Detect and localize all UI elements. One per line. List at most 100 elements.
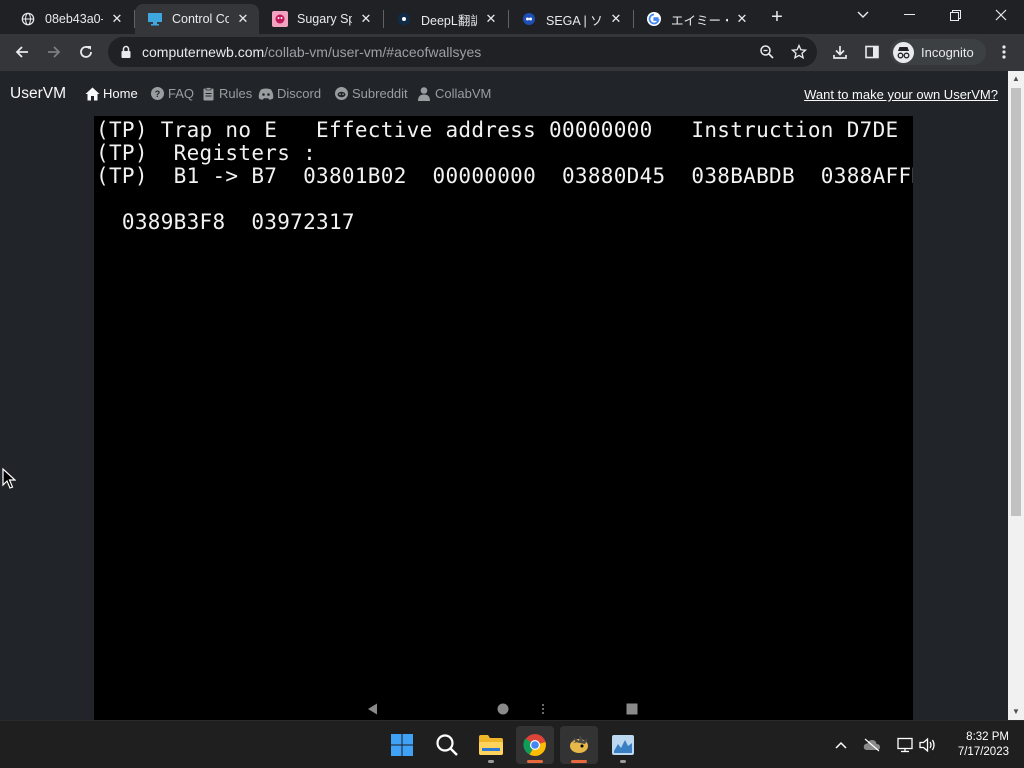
start-button[interactable]: [383, 726, 421, 764]
chrome-taskbar-button[interactable]: [516, 726, 554, 764]
address-bar[interactable]: computernewb.com/collab-vm/user-vm/#aceo…: [108, 37, 817, 67]
network-icon: [897, 737, 913, 753]
nav-rules[interactable]: Rules: [200, 86, 252, 101]
cloud-off-icon: [863, 738, 880, 752]
tab-title: 08eb43a0-(: [45, 12, 103, 26]
incognito-badge[interactable]: Incognito: [890, 39, 986, 65]
tab-deepl[interactable]: DeepL翻訳 ✕: [384, 4, 507, 34]
android-recents-icon[interactable]: [626, 703, 638, 715]
reload-icon: [80, 46, 92, 58]
close-tab-icon[interactable]: ✕: [608, 11, 624, 27]
nav-home[interactable]: Home: [84, 86, 138, 101]
onedrive-tray-button[interactable]: [863, 736, 881, 754]
nav-rules-label: Rules: [219, 86, 253, 101]
nav-discord[interactable]: Discord: [258, 86, 321, 101]
tab-strip: 08eb43a0-( ✕ Control Col ✕ Sugary Spir ✕…: [0, 0, 1024, 34]
folder-icon: [479, 735, 503, 755]
home-icon: [84, 87, 100, 101]
close-tab-icon[interactable]: ✕: [235, 11, 251, 27]
volume-tray-button[interactable]: [919, 736, 937, 754]
forward-button[interactable]: [40, 38, 68, 66]
side-panel-icon: [865, 45, 879, 59]
android-menu-icon[interactable]: [541, 703, 545, 715]
tab-control-collab[interactable]: Control Col ✕: [135, 4, 259, 34]
sega-sonic-icon: [521, 11, 537, 27]
tab-amy-rose[interactable]: エイミー・ロー ✕: [634, 4, 758, 34]
clipboard-icon: [200, 86, 216, 101]
minimize-button[interactable]: [886, 0, 932, 30]
svg-text:?: ?: [154, 89, 160, 99]
taskbar-search-button[interactable]: [428, 726, 466, 764]
url-host: computernewb.com: [142, 44, 265, 60]
close-tab-icon[interactable]: ✕: [358, 11, 374, 27]
url-text: computernewb.com/collab-vm/user-vm/#aceo…: [142, 44, 481, 60]
bookmark-button[interactable]: [790, 43, 808, 61]
scroll-down-arrow-icon[interactable]: ▼: [1008, 704, 1024, 720]
window-close-button[interactable]: [978, 0, 1024, 30]
android-nav-bar: [94, 702, 913, 716]
task-manager-button[interactable]: [604, 726, 642, 764]
close-icon: [995, 9, 1007, 21]
vm-display[interactable]: (TP) Trap no E Effective address 0000000…: [94, 116, 913, 720]
nav-faq[interactable]: ? FAQ: [149, 86, 194, 101]
browser-toolbar: computernewb.com/collab-vm/user-vm/#aceo…: [0, 34, 1024, 71]
show-hidden-icons-button[interactable]: [832, 736, 850, 754]
vm-console-line: 0389B3F8 03972317: [96, 210, 355, 234]
new-tab-button[interactable]: +: [766, 7, 788, 29]
network-tray-button[interactable]: [896, 736, 914, 754]
back-button[interactable]: [8, 38, 36, 66]
chrome-menu-button[interactable]: [990, 38, 1018, 66]
android-home-icon[interactable]: [497, 703, 509, 715]
downloads-button[interactable]: [826, 38, 854, 66]
windows-logo-icon: [391, 734, 413, 756]
monitor-icon: [147, 11, 163, 27]
tab-search-button[interactable]: [840, 0, 886, 30]
close-tab-icon[interactable]: ✕: [109, 11, 125, 27]
reload-button[interactable]: [72, 38, 100, 66]
tab-08eb43a0[interactable]: 08eb43a0-( ✕: [8, 4, 133, 34]
discord-icon: [258, 87, 274, 101]
site-brand[interactable]: UserVM: [10, 85, 66, 103]
speaker-icon: [919, 737, 935, 753]
url-path: /collab-vm/user-vm/#aceofwallsyes: [264, 44, 482, 60]
own-uservm-link[interactable]: Want to make your own UserVM?: [804, 87, 998, 102]
google-icon: [646, 11, 662, 27]
scrollbar-thumb[interactable]: [1011, 88, 1021, 516]
search-icon: [436, 734, 458, 756]
tab-sega[interactable]: SEGA | ソニ ✕: [509, 4, 632, 34]
nav-collabvm[interactable]: CollabVM: [416, 86, 491, 101]
hedgehog-app-icon: [570, 735, 588, 753]
close-tab-icon[interactable]: ✕: [483, 11, 499, 27]
page-scrollbar[interactable]: ▲ ▼: [1008, 71, 1024, 720]
android-back-icon[interactable]: [367, 703, 379, 715]
globe-icon: [20, 11, 36, 27]
side-panel-button[interactable]: [858, 38, 886, 66]
tab-title: DeepL翻訳: [421, 13, 477, 28]
reddit-icon: [333, 87, 349, 101]
sugary-spire-icon: [272, 11, 288, 27]
nav-subreddit-label: Subreddit: [352, 86, 408, 101]
close-tab-icon[interactable]: ✕: [734, 11, 750, 27]
app-taskbar-button[interactable]: [560, 726, 598, 764]
tab-sugary-spire[interactable]: Sugary Spir ✕: [260, 4, 382, 34]
arrow-right-icon: [48, 46, 61, 58]
chevron-down-icon: [857, 11, 869, 18]
clock-time: 8:32 PM: [966, 731, 1009, 743]
user-icon: [416, 86, 432, 101]
lock-icon[interactable]: [118, 44, 134, 60]
nav-subreddit[interactable]: Subreddit: [333, 86, 408, 101]
restore-icon: [949, 9, 961, 21]
chrome-icon: [523, 734, 546, 756]
scroll-up-arrow-icon[interactable]: ▲: [1008, 71, 1024, 87]
zoom-button[interactable]: [758, 43, 776, 61]
restore-button[interactable]: [932, 0, 978, 30]
windows-taskbar: 8:32 PM 7/17/2023: [0, 720, 1024, 768]
clock-date: 7/17/2023: [957, 746, 1009, 758]
mouse-cursor-icon: [2, 468, 16, 489]
tab-title: エイミー・ロー: [671, 13, 728, 28]
file-explorer-button[interactable]: [472, 726, 510, 764]
system-clock[interactable]: 8:32 PM 7/17/2023: [958, 730, 1009, 760]
site-navbar: UserVM Home ? FAQ Rules Discord Subreddi…: [0, 71, 1008, 117]
vm-console-line: (TP) Registers :: [96, 141, 317, 165]
tab-title: Control Col: [172, 12, 229, 26]
